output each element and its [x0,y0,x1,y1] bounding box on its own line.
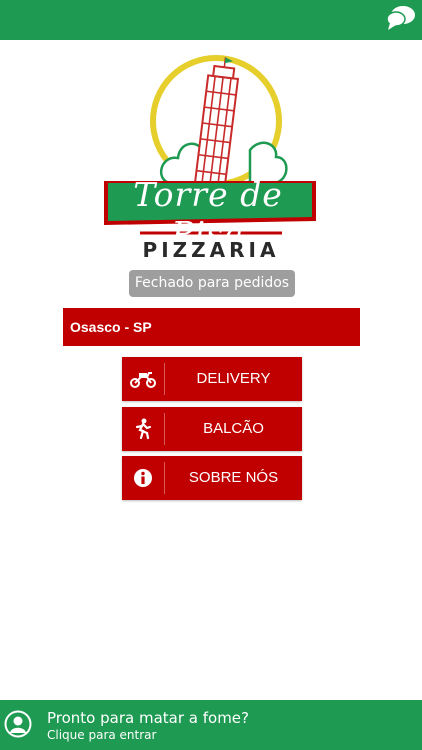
balcao-label: BALCÃO [203,420,264,437]
enter-banner[interactable]: Pronto para matar a fome? Clique para en… [0,700,422,750]
status-badge: Fechado para pedidos [129,270,295,297]
footer-subtitle: Clique para entrar [47,728,157,742]
user-avatar-icon [4,710,32,738]
footer-title: Pronto para matar a fome? [47,709,250,727]
pizzeria-logo: Torre de Pisa PIZZARIA [100,55,322,265]
delivery-label: DELIVERY [196,370,271,387]
walking-person-icon [122,407,164,451]
chat-icon[interactable] [386,4,416,32]
about-us-button[interactable]: SOBRE NÓS [122,456,302,500]
delivery-button[interactable]: DELIVERY [122,357,302,401]
location-selector[interactable]: Osasco - SP [63,308,360,346]
logo-subtitle: PIZZARIA [142,238,280,262]
about-us-label: SOBRE NÓS [188,469,279,486]
top-bar [0,0,422,40]
info-icon [122,456,164,500]
counter-pickup-button[interactable]: BALCÃO [122,407,302,451]
motorcycle-icon [122,357,164,401]
